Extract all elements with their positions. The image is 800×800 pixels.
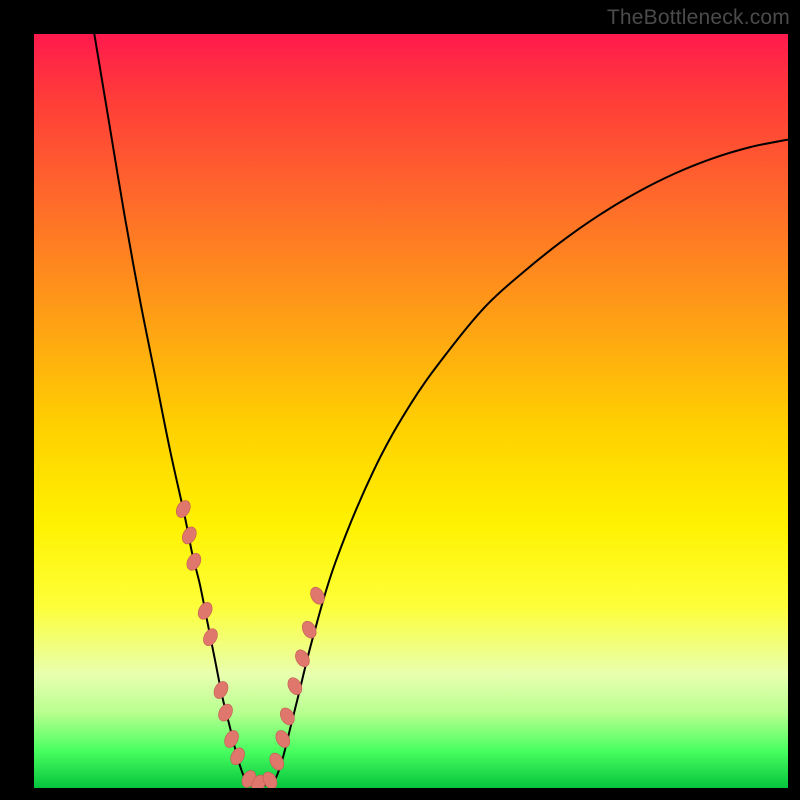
data-marker: [285, 675, 305, 697]
data-marker: [211, 679, 231, 701]
data-marker: [249, 773, 269, 788]
plot-area: [34, 34, 788, 788]
data-marker: [267, 751, 287, 773]
chart-frame: TheBottleneck.com: [0, 0, 800, 800]
data-marker: [239, 768, 259, 788]
data-marker: [174, 498, 194, 520]
data-marker: [195, 600, 215, 622]
data-marker: [184, 551, 204, 573]
data-marker: [222, 728, 242, 750]
data-marker: [216, 702, 236, 724]
data-marker: [260, 770, 280, 788]
data-marker: [228, 745, 248, 767]
bottleneck-curve: [94, 34, 788, 785]
data-marker: [201, 626, 221, 648]
data-marker: [273, 728, 293, 750]
data-marker: [308, 585, 328, 607]
data-marker: [299, 619, 319, 641]
watermark-text: TheBottleneck.com: [607, 6, 790, 30]
curve-layer: [34, 34, 788, 788]
data-marker: [180, 525, 200, 547]
data-marker: [293, 647, 313, 669]
data-marker: [278, 705, 298, 727]
